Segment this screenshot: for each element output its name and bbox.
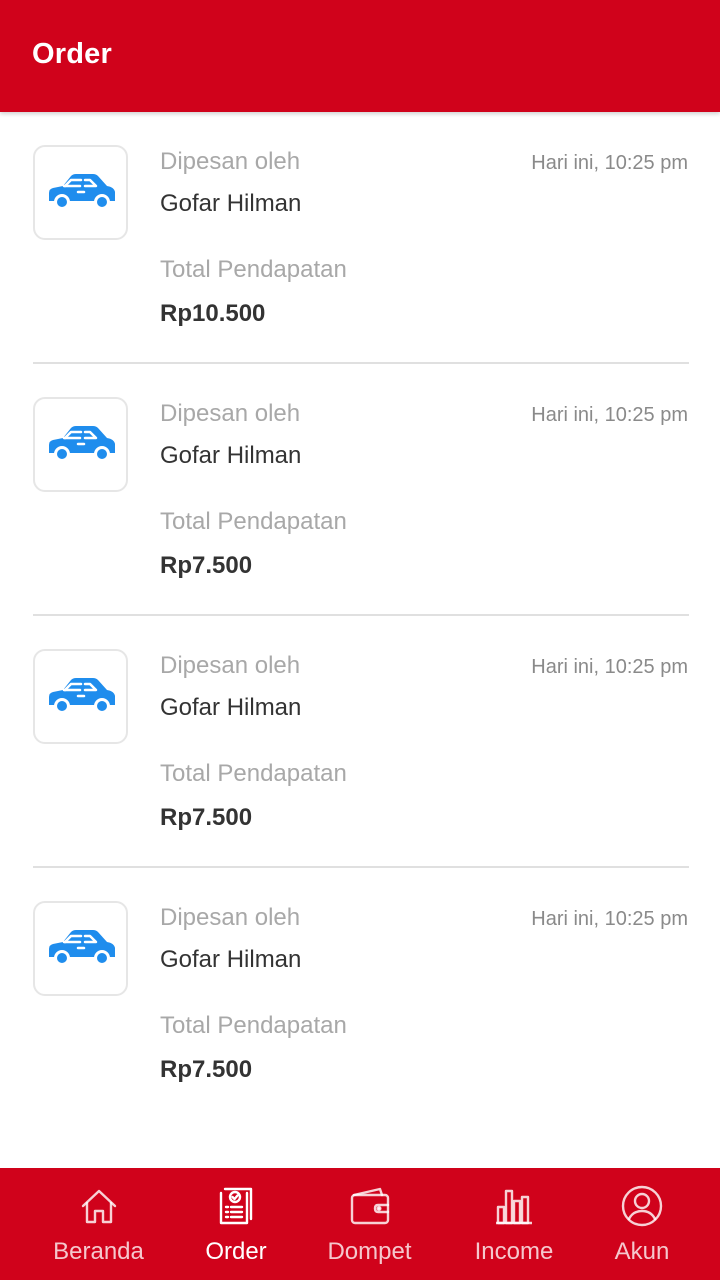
earnings-label: Total Pendapatan <box>160 760 347 787</box>
earnings-value: Rp10.500 <box>160 300 266 327</box>
nav-item-beranda[interactable]: Beranda <box>0 1168 197 1280</box>
wallet-icon <box>350 1187 389 1225</box>
order-time: Hari ini, 10:25 pm <box>531 908 688 930</box>
service-icon-box <box>33 901 128 996</box>
page-title: Order <box>32 38 112 70</box>
order-card[interactable]: Dipesan oleh Hari ini, 10:25 pm Gofar Hi… <box>0 364 720 616</box>
order-card[interactable]: Dipesan oleh Hari ini, 10:25 pm Gofar Hi… <box>0 112 720 364</box>
car-icon <box>49 426 115 462</box>
customer-name: Gofar Hilman <box>160 442 302 469</box>
customer-name: Gofar Hilman <box>160 946 302 973</box>
car-icon <box>49 174 115 210</box>
nav-item-income[interactable]: Income <box>464 1168 564 1280</box>
earnings-label: Total Pendapatan <box>160 256 347 283</box>
app-bar: Order <box>0 0 720 112</box>
ordered-by-label: Dipesan oleh <box>160 904 301 931</box>
nav-label: Income <box>474 1238 554 1265</box>
customer-name: Gofar Hilman <box>160 694 302 721</box>
nav-item-dompet[interactable]: Dompet <box>275 1168 464 1280</box>
earnings-label: Total Pendapatan <box>160 1012 347 1039</box>
bar-chart-icon <box>496 1189 532 1225</box>
service-icon-box <box>33 649 128 744</box>
earnings-value: Rp7.500 <box>160 804 253 831</box>
earnings-value: Rp7.500 <box>160 1056 253 1083</box>
order-card[interactable]: Dipesan oleh Hari ini, 10:25 pm Gofar Hi… <box>0 616 720 868</box>
order-list: Dipesan oleh Hari ini, 10:25 pm Gofar Hi… <box>0 112 720 1120</box>
service-icon-box <box>33 145 128 240</box>
ordered-by-label: Dipesan oleh <box>160 400 301 427</box>
order-time: Hari ini, 10:25 pm <box>531 404 688 426</box>
nav-label: Dompet <box>327 1238 412 1265</box>
order-card[interactable]: Dipesan oleh Hari ini, 10:25 pm Gofar Hi… <box>0 868 720 1120</box>
order-time: Hari ini, 10:25 pm <box>531 152 688 174</box>
earnings-label: Total Pendapatan <box>160 508 347 535</box>
nav-item-order[interactable]: Order <box>197 1168 275 1280</box>
nav-item-akun[interactable]: Akun <box>564 1168 720 1280</box>
service-icon-box <box>33 397 128 492</box>
nav-label: Order <box>205 1238 267 1265</box>
order-time: Hari ini, 10:25 pm <box>531 656 688 678</box>
ordered-by-label: Dipesan oleh <box>160 148 301 175</box>
ordered-by-label: Dipesan oleh <box>160 652 301 679</box>
account-icon <box>621 1185 663 1227</box>
order-list-icon <box>219 1187 253 1225</box>
car-icon <box>49 678 115 714</box>
nav-label: Akun <box>614 1238 670 1265</box>
home-icon <box>81 1189 116 1224</box>
bottom-navigation: Beranda Order Dompet Income Akun <box>0 1168 720 1280</box>
earnings-value: Rp7.500 <box>160 552 253 579</box>
car-icon <box>49 930 115 966</box>
customer-name: Gofar Hilman <box>160 190 302 217</box>
nav-label: Beranda <box>53 1238 144 1265</box>
